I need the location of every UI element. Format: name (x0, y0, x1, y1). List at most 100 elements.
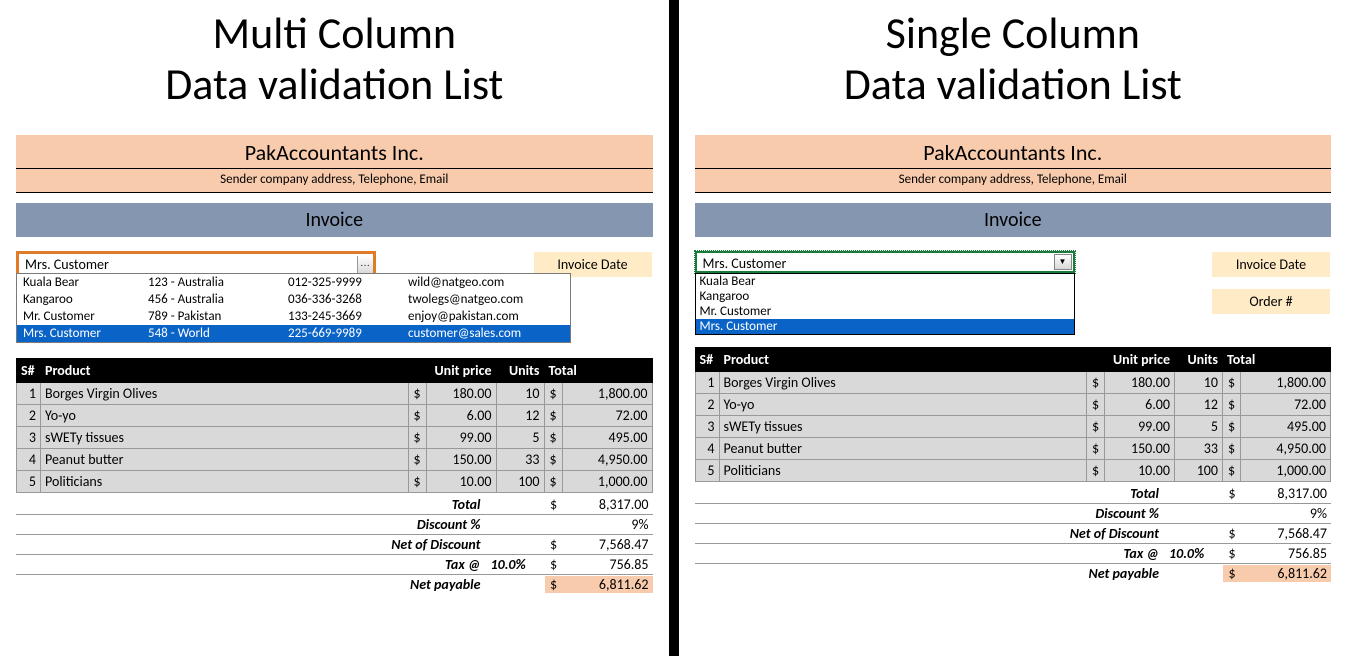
dropdown-option[interactable]: Kuala Bear (696, 274, 1074, 289)
cell-currency: $ (1223, 372, 1241, 394)
col-header-sn: S# (695, 348, 719, 372)
tax-value: 756.85 (1241, 545, 1331, 562)
cell-sn: 2 (17, 405, 41, 427)
option-address: 789 - Pakistan (148, 309, 288, 324)
cell-unitprice: 180.00 (1105, 372, 1175, 394)
dropdown-button[interactable]: ▼ (1054, 254, 1072, 270)
cell-product: Peanut butter (41, 449, 409, 471)
option-address: 456 - Australia (148, 292, 288, 307)
cell-currency: $ (1087, 416, 1105, 438)
option-name: Mr. Customer (23, 309, 148, 324)
cell-product: Borges Virgin Olives (41, 383, 409, 405)
cell-total: 4,950.00 (1241, 438, 1331, 460)
cell-currency: $ (408, 427, 426, 449)
customer-dropdown-value[interactable]: Mrs. Customer (697, 253, 1053, 271)
cell-currency: $ (1223, 416, 1241, 438)
option-address: 123 - Australia (148, 275, 288, 290)
cell-unitprice: 6.00 (426, 405, 496, 427)
cell-currency: $ (544, 405, 562, 427)
option-name: Mrs. Customer (23, 326, 148, 341)
net-payable-value: 6,811.62 (563, 576, 653, 593)
cell-sn: 1 (695, 372, 719, 394)
tax-label: Tax @ (1025, 545, 1165, 562)
combobox-dropdown-button[interactable]: ... (357, 256, 373, 274)
col-header-total: Total (1223, 348, 1331, 372)
total-value: 8,317.00 (563, 496, 653, 513)
table-row[interactable]: 3sWETy tissues$99.005$495.00 (17, 427, 653, 449)
table-row[interactable]: 2Yo-yo$6.0012$72.00 (695, 394, 1331, 416)
invoice-totals: Total$8,317.00Discount %9%Net of Discoun… (695, 484, 1332, 583)
tax-percent: 10.0% (1165, 545, 1223, 562)
combobox-option[interactable]: Mrs. Customer548 - World225-669-9989cust… (17, 325, 570, 342)
table-row[interactable]: 5Politicians$10.00100$1,000.00 (17, 471, 653, 493)
cell-unitprice: 99.00 (426, 427, 496, 449)
panel-title: Single Column Data validation List (695, 8, 1332, 109)
net-discount-value: 7,568.47 (563, 536, 653, 553)
customer-combobox-list[interactable]: Kuala Bear123 - Australia012-325-9999wil… (16, 273, 571, 343)
cell-currency: $ (1087, 394, 1105, 416)
option-name: Kuala Bear (23, 275, 148, 290)
cell-product: Politicians (41, 471, 409, 493)
cell-units: 100 (496, 471, 544, 493)
combobox-option[interactable]: Kangaroo456 - Australia036-336-3268twole… (17, 291, 570, 308)
company-subtext: Sender company address, Telephone, Email (16, 168, 653, 192)
cell-currency: $ (544, 383, 562, 405)
cell-product: Peanut butter (719, 438, 1087, 460)
table-row[interactable]: 1Borges Virgin Olives$180.0010$1,800.00 (17, 383, 653, 405)
dropdown-option[interactable]: Mr. Customer (696, 304, 1074, 319)
net-payable-label: Net payable (347, 576, 487, 593)
combobox-option[interactable]: Kuala Bear123 - Australia012-325-9999wil… (17, 274, 570, 291)
table-row[interactable]: 3sWETy tissues$99.005$495.00 (695, 416, 1331, 438)
dropdown-option[interactable]: Kangaroo (696, 289, 1074, 304)
cell-sn: 3 (17, 427, 41, 449)
cell-currency: $ (1087, 372, 1105, 394)
table-row[interactable]: 1Borges Virgin Olives$180.0010$1,800.00 (695, 372, 1331, 394)
order-number-label: Order # (1211, 288, 1331, 315)
cell-product: Politicians (719, 460, 1087, 482)
option-phone: 036-336-3268 (288, 292, 408, 307)
customer-dropdown-list[interactable]: Kuala BearKangarooMr. CustomerMrs. Custo… (695, 273, 1075, 335)
cell-total: 495.00 (562, 427, 652, 449)
cell-total: 4,950.00 (562, 449, 652, 471)
invoice-totals: Total$8,317.00Discount %9%Net of Discoun… (16, 495, 653, 594)
cell-currency: $ (1087, 438, 1105, 460)
cell-units: 5 (1175, 416, 1223, 438)
cell-currency: $ (1223, 394, 1241, 416)
cell-currency: $ (1223, 438, 1241, 460)
dropdown-option[interactable]: Mrs. Customer (696, 319, 1074, 334)
table-row[interactable]: 2Yo-yo$6.0012$72.00 (17, 405, 653, 427)
net-discount-value: 7,568.47 (1241, 525, 1331, 542)
cell-units: 5 (496, 427, 544, 449)
table-row[interactable]: 5Politicians$10.00100$1,000.00 (695, 460, 1331, 482)
total-label: Total (1025, 485, 1165, 502)
invoice-header: Invoice (16, 203, 653, 237)
cell-total: 1,000.00 (562, 471, 652, 493)
table-row[interactable]: 4Peanut butter$150.0033$4,950.00 (695, 438, 1331, 460)
combobox-option[interactable]: Mr. Customer789 - Pakistan133-245-3669en… (17, 308, 570, 325)
discount-value: 9% (563, 516, 653, 533)
cell-total: 1,000.00 (1241, 460, 1331, 482)
panel-single-column: Single Column Data validation List PakAc… (679, 0, 1347, 656)
col-header-units: Units (496, 359, 544, 383)
cell-product: Yo-yo (41, 405, 409, 427)
cell-total: 72.00 (562, 405, 652, 427)
net-discount-label: Net of Discount (347, 536, 487, 553)
cell-currency: $ (408, 471, 426, 493)
option-email: wild@natgeo.com (408, 275, 564, 290)
customer-dropdown[interactable]: Mrs. Customer ▼ Kuala BearKangarooMr. Cu… (695, 251, 1075, 273)
cell-unitprice: 6.00 (1105, 394, 1175, 416)
tax-percent: 10.0% (487, 556, 545, 573)
tax-value: 756.85 (563, 556, 653, 573)
cell-currency: $ (544, 471, 562, 493)
cell-product: sWETy tissues (41, 427, 409, 449)
cell-sn: 4 (695, 438, 719, 460)
table-row[interactable]: 4Peanut butter$150.0033$4,950.00 (17, 449, 653, 471)
net-payable-value: 6,811.62 (1241, 565, 1331, 582)
cell-units: 33 (496, 449, 544, 471)
total-value: 8,317.00 (1241, 485, 1331, 502)
customer-combobox-value[interactable]: Mrs. Customer (19, 254, 357, 275)
company-subtext: Sender company address, Telephone, Email (695, 168, 1332, 192)
panel-multi-column: Multi Column Data validation List PakAcc… (0, 0, 669, 656)
col-header-product: Product (719, 348, 1087, 372)
option-phone: 225-669-9989 (288, 326, 408, 341)
